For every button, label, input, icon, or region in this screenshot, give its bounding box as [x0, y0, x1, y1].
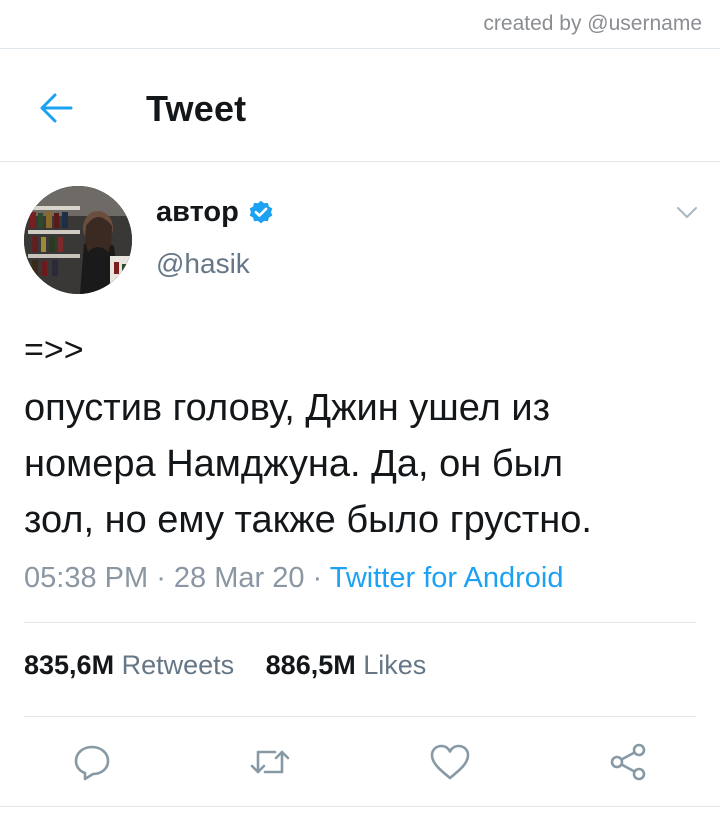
reply-icon [74, 745, 110, 781]
stats-divider [24, 622, 696, 623]
bottom-divider [0, 806, 720, 807]
retweets-stat[interactable]: 835,6M Retweets [24, 650, 234, 680]
avatar[interactable] [24, 186, 132, 294]
avatar-photo [24, 186, 132, 294]
top-divider [0, 48, 720, 49]
tweet-time: 05:38 PM [24, 562, 149, 594]
author-handle[interactable]: @hasik [156, 248, 250, 280]
heart-icon [430, 744, 470, 780]
share-button[interactable] [606, 740, 650, 784]
tweet-source-link[interactable]: Twitter for Android [330, 562, 564, 594]
tweet-text-line: зол, но ему также было грустно. [24, 499, 592, 541]
likes-count: 886,5M [265, 650, 356, 680]
tweet-text-line: опустив голову, Джин ушел из [24, 387, 551, 429]
tweet-menu-button[interactable] [670, 196, 704, 230]
meta-separator: · [304, 562, 330, 594]
tweet-meta: 05:38 PM · 28 Mar 20 · Twitter for Andro… [24, 562, 563, 595]
reply-button[interactable] [70, 740, 114, 784]
retweet-button[interactable] [248, 740, 292, 784]
share-icon [610, 743, 646, 781]
author-name: автор [156, 196, 239, 228]
meta-separator: · [148, 562, 174, 594]
retweets-count: 835,6M [24, 650, 115, 680]
arrow-left-icon [40, 93, 73, 123]
like-button[interactable] [428, 740, 472, 784]
likes-label: Likes [363, 650, 427, 680]
likes-stat[interactable]: 886,5M Likes [266, 650, 427, 680]
retweets-label: Retweets [121, 650, 235, 680]
page-title: Tweet [146, 88, 247, 129]
chevron-down-icon [677, 207, 697, 218]
tweet-date: 28 Mar 20 [173, 562, 305, 594]
actions-divider [24, 716, 696, 717]
back-button[interactable] [36, 88, 76, 128]
header-divider [0, 161, 720, 162]
author-name-row[interactable]: автор [156, 196, 275, 229]
tweet-text-line: номера Намджуна. Да, он был [24, 443, 564, 485]
tweet-stats: 835,6M Retweets 886,5M Likes [24, 650, 450, 681]
verified-badge-icon [249, 200, 273, 223]
watermark: created by @username [483, 12, 702, 35]
retweet-icon [250, 750, 290, 774]
tweet-text-line: =>> [24, 331, 84, 369]
